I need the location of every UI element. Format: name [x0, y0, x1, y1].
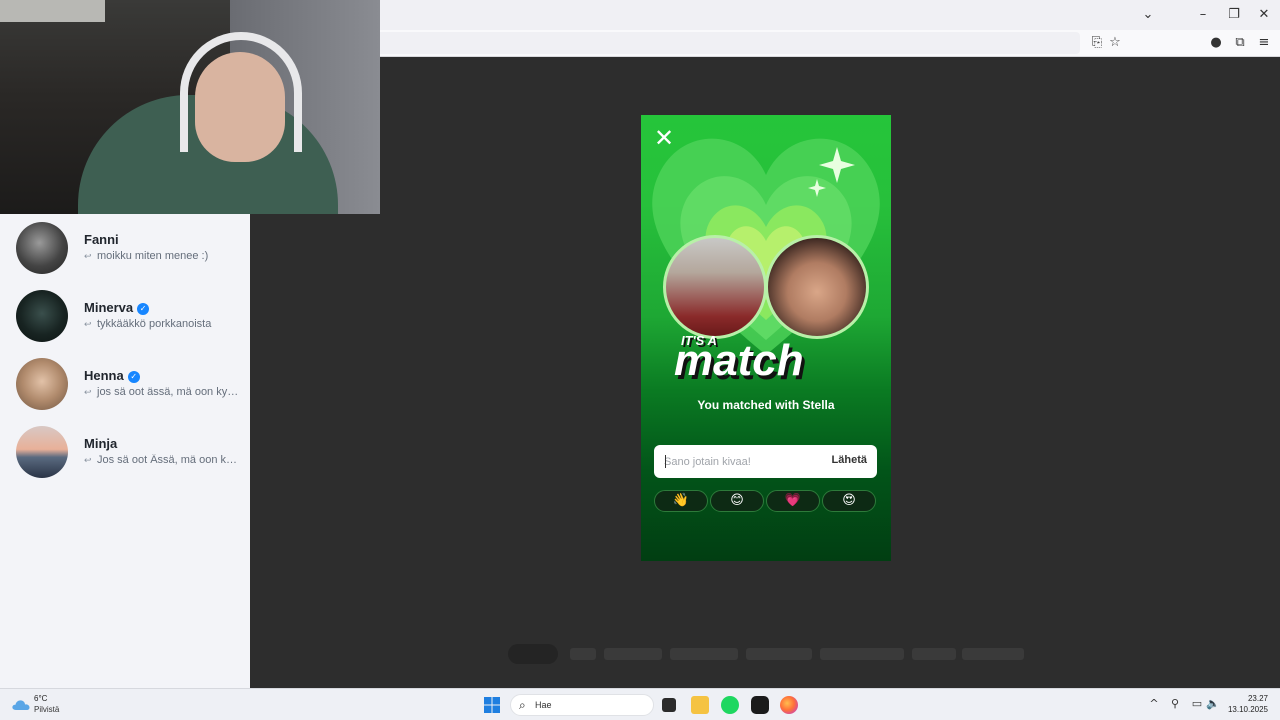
search-icon: ⌕: [519, 698, 526, 712]
weather-description: Pilvistä: [34, 705, 60, 714]
reply-icon: ↩: [84, 252, 92, 262]
browser-toolbar: ⎘ ☆ ● ⧉ ≡: [380, 30, 1280, 57]
webcam-shelf: [0, 0, 105, 22]
task-view-icon[interactable]: [662, 698, 676, 712]
menu-icon[interactable]: ≡: [1256, 35, 1272, 51]
your-profile-photo: [663, 235, 767, 339]
emoji-heart-eyes-button[interactable]: 😍: [822, 490, 876, 512]
restore-button[interactable]: ❐: [1224, 6, 1244, 24]
weather-temperature: 6°C: [34, 694, 48, 703]
cloud-icon[interactable]: [12, 697, 30, 711]
background-chip: [746, 648, 812, 660]
profile-icon[interactable]: ●: [1208, 35, 1224, 51]
taskbar-search[interactable]: ⌕ Hae: [510, 694, 654, 716]
match-modal: ✕ IT'S A IT'S A match match You matched …: [641, 115, 891, 561]
chat-list: Fanni ↩ moikku miten menee :) Minerva ✓ ↩ t…: [0, 214, 250, 688]
clock-date[interactable]: 13.10.2025: [1228, 705, 1268, 714]
background-chip: [962, 648, 1024, 660]
chat-item-henna[interactable]: Henna ✓ ↩ jos sä oot ässä, mä oon kyykky: [0, 350, 250, 418]
headset: [180, 32, 302, 152]
background-chip: [604, 648, 662, 660]
chat-preview: ↩ jos sä oot ässä, mä oon kyykky: [84, 386, 242, 398]
emoji-smile-button[interactable]: 😊: [710, 490, 764, 512]
background-filter-bar: [508, 644, 1028, 664]
emoji-heart-button[interactable]: 💗: [766, 490, 820, 512]
save-page-icon[interactable]: ⎘: [1089, 35, 1105, 51]
match-subtitle: You matched with Stella: [697, 398, 835, 412]
background-chip: [670, 648, 738, 660]
chat-name: Minerva ✓: [84, 300, 150, 315]
chat-preview: ↩ tykkääkkö porkkanoista: [84, 318, 212, 330]
file-explorer-icon[interactable]: [691, 696, 709, 714]
reply-icon: ↩: [84, 388, 92, 398]
background-pill: [508, 644, 558, 664]
message-box: Lähetä: [654, 445, 877, 478]
send-button[interactable]: Lähetä: [832, 454, 867, 466]
reply-icon: ↩: [84, 456, 92, 466]
address-bar[interactable]: [380, 32, 1080, 54]
logo-match: match: [674, 336, 804, 383]
avatar: [16, 290, 68, 342]
chatgpt-icon[interactable]: [751, 696, 769, 714]
verified-badge-icon: ✓: [127, 371, 140, 383]
taskbar: 6°C Pilvistä ⌕ Hae ^ ⚲ ▭ 🔈 23.27 13.10.2…: [0, 688, 1280, 720]
clock-time[interactable]: 23.27: [1248, 694, 1268, 703]
display-icon[interactable]: ▭: [1190, 697, 1204, 711]
chat-item-minja[interactable]: Minja ↩ Jos sä oot Ässä, mä oon kyykky: [0, 418, 250, 486]
chat-item-fanni[interactable]: Fanni ↩ moikku miten menee :): [0, 214, 250, 282]
message-input[interactable]: [664, 445, 824, 478]
background-chip: [570, 648, 596, 660]
firefox-icon[interactable]: [780, 696, 798, 714]
browser-tab-bar: ⌄ – ❐ ✕: [380, 0, 1280, 30]
chat-name: Fanni: [84, 232, 119, 247]
network-icon[interactable]: ⚲: [1168, 697, 1182, 711]
chat-name: Minja: [84, 436, 118, 451]
screen: ⌄ – ❐ ✕ ⎘ ☆ ● ⧉ ≡ Fanni ↩ moikku miten me…: [0, 0, 1280, 720]
background-chip: [820, 648, 904, 660]
show-hidden-icons-chevron-icon[interactable]: ^: [1147, 697, 1161, 711]
reply-icon: ↩: [84, 320, 92, 330]
tab-list-chevron-icon[interactable]: ⌄: [1138, 6, 1158, 24]
emoji-wave-button[interactable]: 👋: [654, 490, 708, 512]
chat-preview: ↩ Jos sä oot Ässä, mä oon kyykky: [84, 454, 242, 466]
avatar: [16, 222, 68, 274]
avatar: [16, 358, 68, 410]
spotify-icon[interactable]: [721, 696, 739, 714]
close-modal-button[interactable]: ✕: [653, 126, 675, 150]
webcam-overlay: [0, 0, 380, 214]
extensions-icon[interactable]: ⧉: [1232, 35, 1248, 51]
chat-preview: ↩ moikku miten menee :): [84, 250, 209, 262]
close-window-button[interactable]: ✕: [1254, 6, 1274, 24]
chat-name: Henna ✓: [84, 368, 140, 383]
its-a-match-logo: IT'S A IT'S A match match: [674, 333, 807, 383]
avatar: [16, 426, 68, 478]
volume-icon[interactable]: 🔈: [1206, 697, 1220, 711]
search-label: Hae: [535, 700, 552, 710]
match-profile-photo: [765, 235, 869, 339]
text-caret: [665, 455, 666, 468]
windows-start-icon[interactable]: [484, 697, 500, 713]
verified-badge-icon: ✓: [137, 303, 150, 315]
minimize-button[interactable]: –: [1193, 6, 1213, 24]
bookmark-star-icon[interactable]: ☆: [1107, 35, 1123, 51]
quick-emoji-row: 👋 😊 💗 😍: [654, 490, 878, 512]
background-chip: [912, 648, 956, 660]
chat-item-minerva[interactable]: Minerva ✓ ↩ tykkääkkö porkkanoista: [0, 282, 250, 350]
